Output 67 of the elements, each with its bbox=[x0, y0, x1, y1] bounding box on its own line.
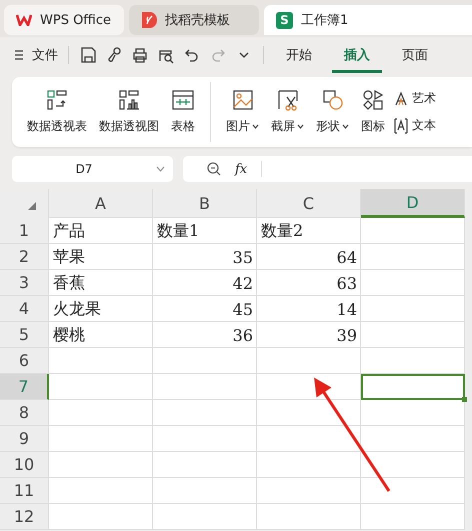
row-header[interactable]: 6 bbox=[0, 348, 49, 374]
table-cell-text: 64 bbox=[336, 246, 358, 268]
ribbon-button[interactable]: 图片 bbox=[223, 85, 262, 139]
ribbon-button[interactable]: 形状 bbox=[313, 85, 352, 139]
row-header[interactable]: 7 bbox=[0, 374, 49, 400]
ribbon-button[interactable]: 截屏 bbox=[268, 85, 307, 139]
row-header[interactable]: 5 bbox=[0, 322, 49, 348]
ribbon-button[interactable]: 艺术 bbox=[394, 90, 436, 107]
shapes-icon bbox=[322, 89, 344, 111]
row-header[interactable]: 4 bbox=[0, 296, 49, 322]
table-cell-text: 35 bbox=[232, 246, 254, 268]
row-header[interactable]: 2 bbox=[0, 244, 49, 270]
formula-field[interactable]: fx bbox=[183, 156, 472, 182]
text-box-icon bbox=[394, 118, 408, 134]
browser-tab[interactable]: S 工作簿1 bbox=[264, 5, 472, 35]
row-header[interactable]: 3 bbox=[0, 270, 49, 296]
table-cell-text: 数量1 bbox=[156, 220, 200, 242]
ribbon-button[interactable]: 文本 bbox=[394, 117, 436, 134]
pivot-chart-icon bbox=[118, 89, 140, 111]
row-header[interactable]: 8 bbox=[0, 400, 49, 426]
table-cell-text: 产品 bbox=[52, 220, 86, 242]
ribbon-button[interactable]: 数据透视图 bbox=[96, 85, 162, 139]
zoom-out-icon bbox=[207, 162, 221, 176]
save-icon[interactable] bbox=[79, 46, 97, 64]
table-icon bbox=[172, 89, 194, 111]
table-cell-text: 数量2 bbox=[260, 220, 304, 242]
table-cell-text: 42 bbox=[232, 272, 254, 294]
file-menu-button[interactable]: 文件 bbox=[14, 46, 58, 64]
row-header[interactable]: 12 bbox=[0, 504, 49, 530]
table-cell-text: 14 bbox=[336, 298, 358, 320]
scissors-icon bbox=[276, 89, 298, 111]
column-header[interactable]: C bbox=[257, 189, 361, 218]
table-cell-text: 火龙果 bbox=[52, 298, 102, 320]
w-logo-icon bbox=[16, 14, 32, 26]
table-cell-text: 45 bbox=[232, 298, 254, 320]
table-cell-text: 香蕉 bbox=[52, 272, 86, 294]
selected-cell[interactable] bbox=[361, 374, 465, 400]
row-header[interactable]: 10 bbox=[0, 452, 49, 478]
icons-icon bbox=[362, 89, 384, 111]
row-header[interactable]: 1 bbox=[0, 218, 49, 244]
row-header[interactable]: 9 bbox=[0, 426, 49, 452]
ribbon-button[interactable]: 图标 bbox=[358, 85, 388, 139]
ribbon-button[interactable]: 数据透视表 bbox=[24, 85, 90, 139]
table-cell-text: 39 bbox=[336, 324, 358, 346]
table-cell-text: 36 bbox=[232, 324, 254, 346]
table-cell-text: 63 bbox=[336, 272, 358, 294]
browser-tab[interactable]: WPS Office bbox=[4, 5, 124, 35]
ribbon-button[interactable]: 表格 bbox=[168, 85, 198, 139]
wordart-icon bbox=[394, 90, 408, 106]
menu-icon bbox=[14, 49, 24, 61]
ribbon-tab[interactable]: 插入 bbox=[332, 37, 382, 73]
print-icon[interactable] bbox=[131, 46, 149, 64]
column-header[interactable]: A bbox=[49, 189, 153, 218]
pivot-table-icon bbox=[46, 89, 68, 111]
row-header[interactable]: 11 bbox=[0, 478, 49, 504]
browser-tab[interactable]: 找稻壳模板 bbox=[129, 5, 259, 35]
ribbon-tab[interactable]: 页面 bbox=[390, 37, 440, 73]
image-icon bbox=[232, 89, 254, 111]
ribbon-tab[interactable]: 开始 bbox=[274, 37, 324, 73]
table-cell-text: 樱桃 bbox=[52, 324, 86, 346]
column-header[interactable]: D bbox=[361, 189, 465, 218]
table-cell-text: 苹果 bbox=[52, 246, 86, 268]
select-all-icon[interactable] bbox=[28, 202, 36, 210]
column-header[interactable]: B bbox=[153, 189, 257, 218]
name-box[interactable]: D7 bbox=[12, 156, 173, 182]
chevron-down-icon bbox=[156, 166, 165, 172]
sheet-icon: S bbox=[276, 12, 293, 28]
